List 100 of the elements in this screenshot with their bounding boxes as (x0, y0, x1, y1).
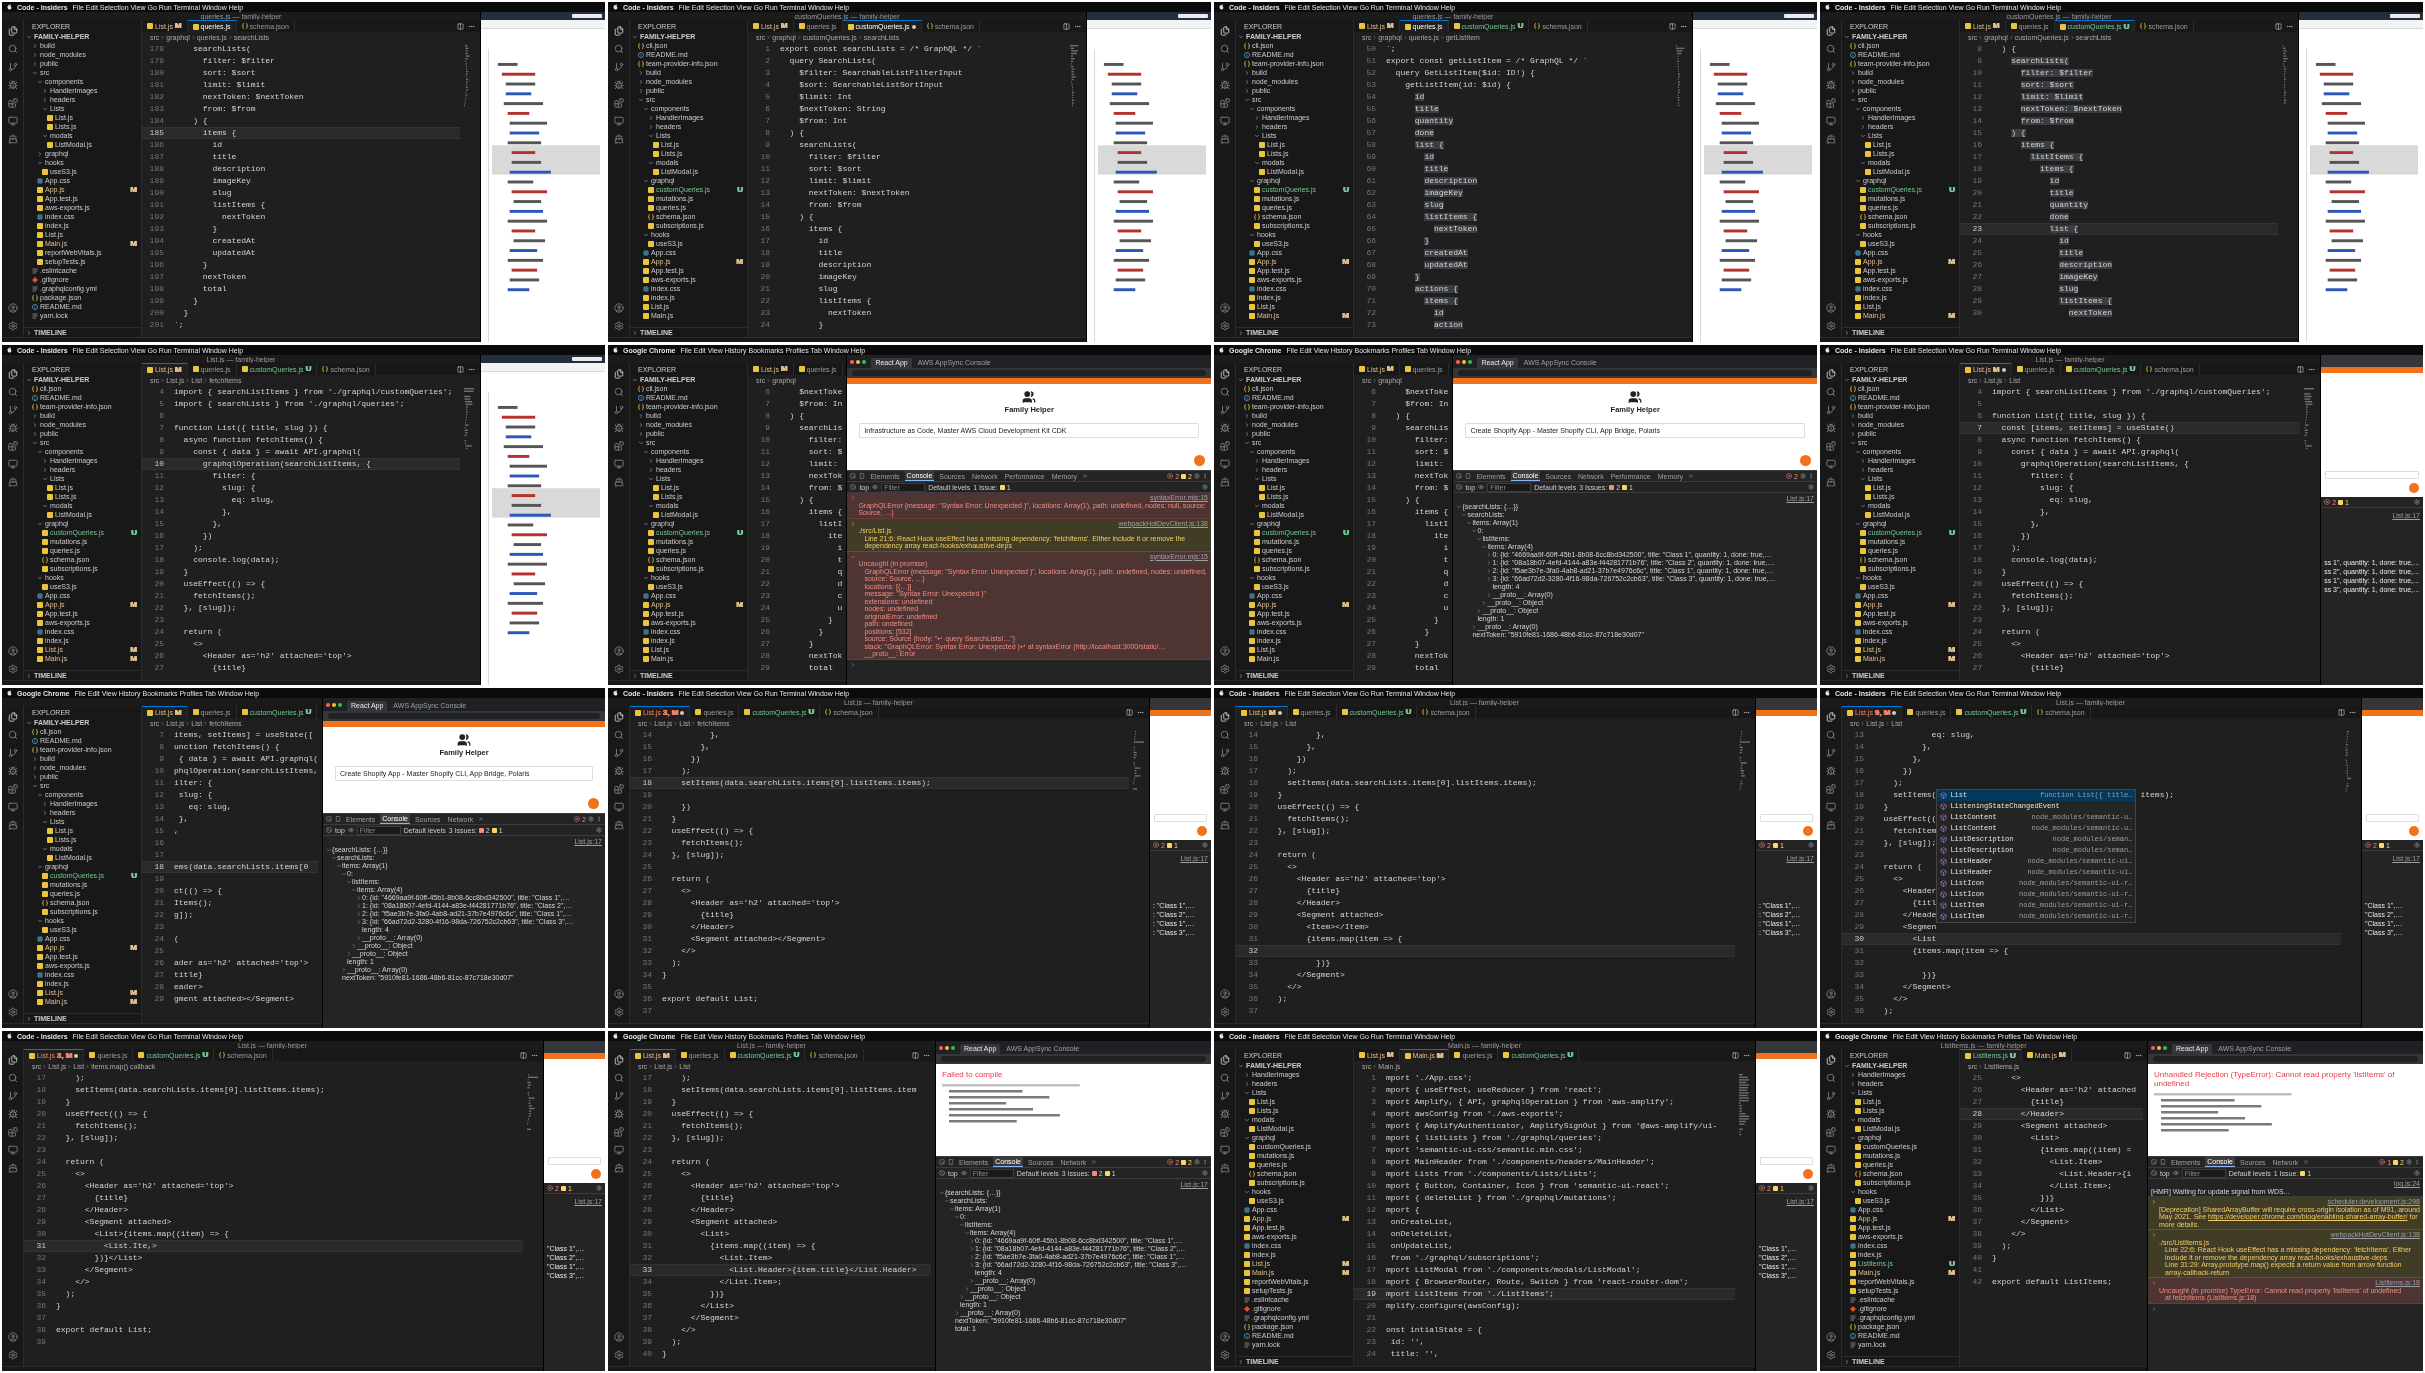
monitor-icon[interactable] (1219, 116, 1230, 126)
extensions-icon[interactable] (1825, 441, 1836, 451)
settings-icon[interactable] (1825, 321, 1836, 331)
monitor-icon[interactable] (7, 116, 18, 126)
split-editor-icon[interactable] (1732, 1051, 1739, 1059)
inspect-icon[interactable] (1456, 473, 1463, 479)
ship-icon[interactable] (613, 477, 624, 487)
monitor-icon[interactable] (1825, 802, 1836, 812)
logo-icon[interactable] (1825, 1033, 1830, 1039)
circle-button[interactable] (1197, 826, 1207, 836)
search-icon[interactable] (7, 730, 18, 740)
device-icon[interactable] (1465, 473, 1472, 479)
branch-icon[interactable] (613, 405, 624, 415)
more-tabs-icon[interactable] (478, 816, 485, 822)
split-editor-icon[interactable] (912, 1051, 919, 1059)
extensions-icon[interactable] (613, 441, 624, 451)
monitor-icon[interactable] (7, 802, 18, 812)
settings-icon[interactable] (1825, 664, 1836, 674)
bug-icon[interactable] (1825, 1109, 1836, 1119)
more-tabs-icon[interactable] (1091, 1159, 1098, 1165)
branch-icon[interactable] (7, 405, 18, 415)
account-icon[interactable] (613, 646, 624, 656)
bug-icon[interactable] (7, 423, 18, 433)
search-icon[interactable] (7, 387, 18, 397)
circle-button[interactable] (591, 1169, 601, 1179)
clear-console-icon[interactable] (939, 1170, 945, 1176)
settings-icon[interactable] (1202, 1170, 1208, 1176)
logo-icon[interactable] (7, 4, 12, 10)
extensions-icon[interactable] (1219, 98, 1230, 108)
monitor-icon[interactable] (613, 802, 624, 812)
branch-icon[interactable] (7, 748, 18, 758)
window-controls-icon[interactable] (1456, 360, 1473, 364)
monitor-icon[interactable] (1219, 802, 1230, 812)
settings-icon[interactable] (1202, 484, 1208, 490)
branch-icon[interactable] (1825, 405, 1836, 415)
extensions-icon[interactable] (7, 1127, 18, 1137)
bug-icon[interactable] (1219, 1109, 1230, 1119)
search-icon[interactable] (1825, 44, 1836, 54)
search-icon[interactable] (1825, 730, 1836, 740)
extensions-icon[interactable] (1825, 98, 1836, 108)
split-editor-icon[interactable] (457, 22, 464, 30)
monitor-icon[interactable] (1825, 459, 1836, 469)
search-icon[interactable] (1825, 1073, 1836, 1083)
split-editor-icon[interactable] (2275, 22, 2282, 30)
logo-icon[interactable] (1825, 690, 1830, 696)
circle-button[interactable] (1800, 455, 1811, 466)
bug-icon[interactable] (1825, 766, 1836, 776)
settings-icon[interactable] (613, 321, 624, 331)
input-field[interactable] (2325, 471, 2419, 479)
input-field[interactable] (1154, 814, 1207, 822)
branch-icon[interactable] (613, 62, 624, 72)
ship-icon[interactable] (1219, 1163, 1230, 1173)
extensions-icon[interactable] (613, 1127, 624, 1137)
circle-button[interactable] (2409, 483, 2419, 493)
account-icon[interactable] (613, 1332, 624, 1342)
bug-icon[interactable] (7, 766, 18, 776)
search-icon[interactable] (613, 44, 624, 54)
extensions-icon[interactable] (1219, 784, 1230, 794)
search-icon[interactable] (7, 44, 18, 54)
inspect-icon[interactable] (850, 473, 857, 479)
account-icon[interactable] (7, 303, 18, 313)
monitor-icon[interactable] (7, 459, 18, 469)
logo-icon[interactable] (7, 690, 12, 696)
ship-icon[interactable] (7, 1163, 18, 1173)
search-field[interactable] (572, 14, 602, 18)
files-icon[interactable] (7, 26, 18, 36)
split-editor-icon[interactable] (1669, 22, 1676, 30)
inspect-icon[interactable] (326, 816, 333, 822)
settings-icon[interactable] (7, 1350, 18, 1360)
account-icon[interactable] (7, 646, 18, 656)
split-editor-icon[interactable] (520, 1051, 527, 1059)
extensions-icon[interactable] (1825, 1127, 1836, 1137)
search-icon[interactable] (1825, 387, 1836, 397)
files-icon[interactable] (1219, 26, 1230, 36)
settings-icon[interactable] (7, 664, 18, 674)
files-icon[interactable] (613, 26, 624, 36)
monitor-icon[interactable] (613, 459, 624, 469)
device-icon[interactable] (859, 473, 866, 479)
settings-icon[interactable] (596, 1185, 602, 1191)
branch-icon[interactable] (613, 1091, 624, 1101)
ship-icon[interactable] (1219, 820, 1230, 830)
account-icon[interactable] (7, 989, 18, 999)
extensions-icon[interactable] (1219, 441, 1230, 451)
files-icon[interactable] (613, 1055, 624, 1065)
branch-icon[interactable] (1219, 62, 1230, 72)
files-icon[interactable] (7, 1055, 18, 1065)
split-editor-icon[interactable] (2338, 708, 2345, 716)
settings-icon[interactable] (7, 1007, 18, 1017)
settings-icon[interactable] (1219, 1350, 1230, 1360)
search-icon[interactable] (613, 1073, 624, 1083)
files-icon[interactable] (1219, 369, 1230, 379)
settings-icon[interactable] (1202, 842, 1208, 848)
clear-console-icon[interactable] (1456, 484, 1463, 490)
logo-icon[interactable] (613, 690, 618, 696)
monitor-icon[interactable] (613, 116, 624, 126)
ship-icon[interactable] (1825, 820, 1836, 830)
bug-icon[interactable] (7, 80, 18, 90)
settings-icon[interactable] (596, 827, 602, 833)
ship-icon[interactable] (7, 477, 18, 487)
settings-icon[interactable] (2406, 1159, 2412, 1165)
